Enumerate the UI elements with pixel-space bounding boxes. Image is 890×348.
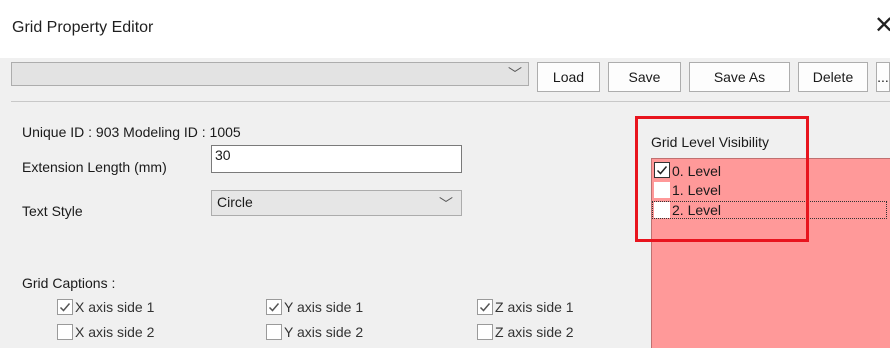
title-bar: Grid Property Editor ✕ — [0, 0, 890, 58]
text-style-select[interactable]: Circle ﹀ — [211, 190, 462, 216]
z-axis-side-1-checkbox[interactable] — [477, 299, 493, 315]
chevron-down-icon: ﹀ — [439, 196, 453, 212]
grid-captions-label: Grid Captions : — [22, 275, 116, 291]
z-axis-side-2-label: Z axis side 2 — [495, 324, 574, 340]
toolbar-divider — [11, 101, 890, 102]
extension-length-label: Extension Length (mm) — [22, 159, 167, 175]
z-axis-side-2-checkbox[interactable] — [477, 324, 493, 340]
extension-length-input[interactable]: 30 — [211, 145, 462, 173]
y-axis-side-1-checkbox[interactable] — [266, 299, 282, 315]
x-axis-side-2-checkbox[interactable] — [57, 324, 73, 340]
y-axis-side-2-checkbox[interactable] — [266, 324, 282, 340]
preset-combo[interactable]: ﹀ — [11, 62, 529, 86]
highlight-box — [635, 116, 809, 242]
text-style-label: Text Style — [22, 203, 83, 219]
load-button[interactable]: Load — [537, 62, 600, 92]
chevron-down-icon: ﹀ — [508, 66, 522, 82]
y-axis-side-1-label: Y axis side 1 — [284, 299, 364, 315]
close-icon[interactable]: ✕ — [874, 14, 890, 38]
window-title: Grid Property Editor — [12, 19, 154, 36]
more-button[interactable]: ... — [876, 62, 890, 92]
z-axis-side-1-label: Z axis side 1 — [495, 299, 574, 315]
x-axis-side-1-label: X axis side 1 — [75, 299, 155, 315]
save-as-button[interactable]: Save As — [689, 62, 790, 92]
text-style-value: Circle — [217, 194, 253, 210]
ids-text: Unique ID : 903 Modeling ID : 1005 — [22, 124, 241, 140]
save-button[interactable]: Save — [608, 62, 681, 92]
x-axis-side-1-checkbox[interactable] — [57, 299, 73, 315]
delete-button[interactable]: Delete — [798, 62, 868, 92]
y-axis-side-2-label: Y axis side 2 — [284, 324, 364, 340]
x-axis-side-2-label: X axis side 2 — [75, 324, 155, 340]
